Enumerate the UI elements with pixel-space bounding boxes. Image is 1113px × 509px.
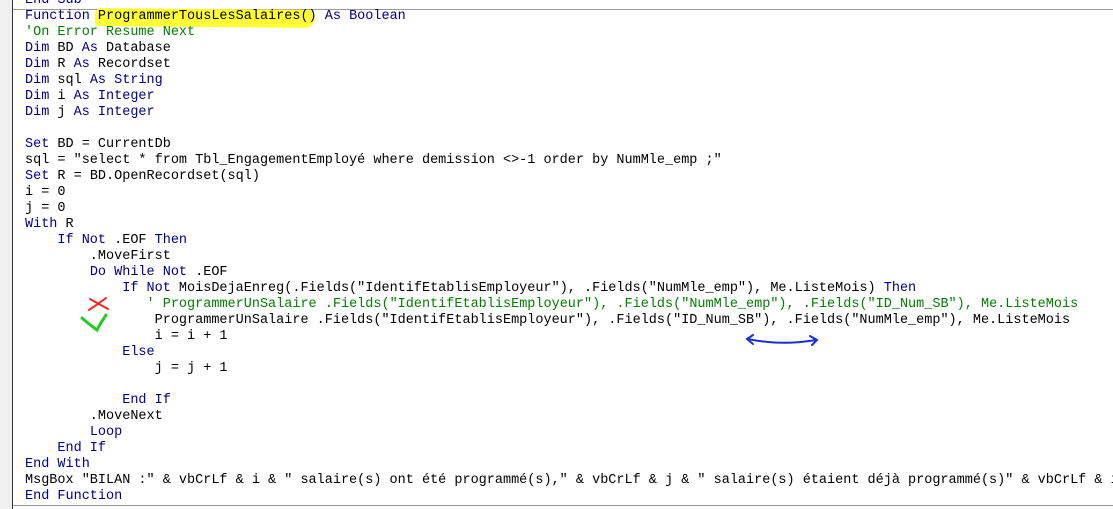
keyword-token: Dim [25, 41, 50, 56]
keyword-token: As Integer [73, 105, 155, 120]
code-line[interactable] [25, 121, 1113, 137]
code-line[interactable]: Dim sql As String [25, 73, 1113, 89]
comment-token: 'On Error Resume Next [25, 25, 196, 40]
keyword-token: As Boolean [324, 9, 406, 24]
keyword-token: As String [89, 73, 163, 88]
code-line[interactable]: ' ProgrammerUnSalaire .Fields("IdentifEt… [25, 297, 1113, 313]
code-line[interactable]: sql = "select * from Tbl_EngagementEmplo… [25, 153, 1113, 169]
keyword-token: Then [883, 281, 917, 296]
keyword-token: Set [25, 137, 50, 152]
code-token: .EOF [187, 265, 228, 280]
code-line[interactable]: Dim R As Recordset [25, 57, 1113, 73]
code-line[interactable]: .MoveFirst [25, 249, 1113, 265]
code-token: BD = CurrentDb [49, 137, 171, 152]
keyword-token: End Sub [25, 0, 82, 8]
keyword-token: End Function [25, 489, 123, 504]
editor-margin-bar[interactable] [0, 0, 13, 509]
code-line[interactable]: i = i + 1 [25, 329, 1113, 345]
keyword-token: End With [25, 457, 90, 472]
code-line[interactable]: Dim BD As Database [25, 41, 1113, 57]
keyword-token: If Not [57, 233, 107, 248]
code-line[interactable]: Else [25, 345, 1113, 361]
procedure-separator [13, 505, 1113, 506]
keyword-token: Then [154, 233, 188, 248]
code-line[interactable]: ProgrammerUnSalaire .Fields("IdentifEtab… [25, 313, 1113, 329]
code-token: MoisDejaEnreg(.Fields("IdentifEtablisEmp… [170, 281, 884, 296]
code-line[interactable]: End If [25, 441, 1113, 457]
code-line[interactable]: End If [25, 393, 1113, 409]
code-token: Database [97, 41, 171, 56]
code-token: Recordset [89, 57, 171, 72]
code-line[interactable] [25, 377, 1113, 393]
code-token: sql [49, 73, 90, 88]
code-line[interactable]: 'On Error Resume Next [25, 25, 1113, 41]
keyword-token: With [25, 217, 58, 232]
keyword-token: Dim [25, 73, 50, 88]
code-line[interactable]: If Not MoisDejaEnreg(.Fields("IdentifEta… [25, 281, 1113, 297]
code-line[interactable]: End Function [25, 489, 1113, 505]
code-token: i = i + 1 [25, 329, 228, 344]
code-token: j = j + 1 [25, 361, 228, 376]
code-token: j = 0 [25, 201, 66, 216]
code-line[interactable]: Do While Not .EOF [25, 265, 1113, 281]
code-line[interactable]: If Not .EOF Then [25, 233, 1113, 249]
keyword-token: As [73, 57, 90, 72]
code-token: j [49, 105, 74, 120]
comment-token: ' ProgrammerUnSalaire .Fields("IdentifEt… [146, 297, 1079, 312]
code-token: R = BD.OpenRecordset(sql) [49, 169, 260, 184]
code-line[interactable]: Set BD = CurrentDb [25, 137, 1113, 153]
keyword-token: As [81, 41, 98, 56]
keyword-token: Dim [25, 105, 50, 120]
code-token: BD [49, 41, 82, 56]
keyword-token: As Integer [73, 89, 155, 104]
keyword-token: End If [57, 441, 107, 456]
keyword-token: Set [25, 169, 50, 184]
keyword-token: Else [122, 345, 155, 360]
code-line[interactable]: End With [25, 457, 1113, 473]
code-line[interactable]: i = 0 [25, 185, 1113, 201]
code-token: sql = "select * from Tbl_EngagementEmplo… [25, 153, 722, 168]
keyword-token: Loop [89, 425, 123, 440]
code-line[interactable]: End Sub [25, 0, 1113, 9]
code-line[interactable]: .MoveNext [25, 409, 1113, 425]
code-token: .MoveFirst [25, 249, 171, 264]
code-token: .EOF [106, 233, 155, 248]
code-line[interactable]: Dim j As Integer [25, 105, 1113, 121]
code-line[interactable]: j = 0 [25, 201, 1113, 217]
keyword-token: Dim [25, 89, 50, 104]
code-token: R [49, 57, 74, 72]
code-token: i [49, 89, 74, 104]
keyword-token: If Not [122, 281, 171, 296]
code-line[interactable]: Loop [25, 425, 1113, 441]
code-editor[interactable]: End Sub Function ProgrammerTousLesSalaire… [25, 0, 1113, 505]
keyword-token: End If [122, 393, 171, 408]
code-line[interactable]: Dim i As Integer [25, 89, 1113, 105]
code-line[interactable]: Function ProgrammerTousLesSalaires() As … [25, 9, 1113, 25]
code-token: i = 0 [25, 185, 66, 200]
code-line[interactable]: MsgBox "BILAN :" & vbCrLf & i & " salair… [25, 473, 1113, 489]
code-token: ProgrammerUnSalaire .Fields("IdentifEtab… [25, 313, 1071, 328]
keyword-token: Function [25, 9, 90, 24]
code-token: R [57, 217, 74, 232]
keyword-token: Dim [25, 57, 50, 72]
keyword-token: Do While Not [89, 265, 188, 280]
code-token: .MoveNext [25, 409, 163, 424]
code-line[interactable]: Set R = BD.OpenRecordset(sql) [25, 169, 1113, 185]
code-token: MsgBox "BILAN :" & vbCrLf & i & " salair… [25, 473, 1113, 488]
code-line[interactable]: With R [25, 217, 1113, 233]
code-token: ProgrammerTousLesSalaires() [89, 9, 325, 24]
code-line[interactable]: j = j + 1 [25, 361, 1113, 377]
